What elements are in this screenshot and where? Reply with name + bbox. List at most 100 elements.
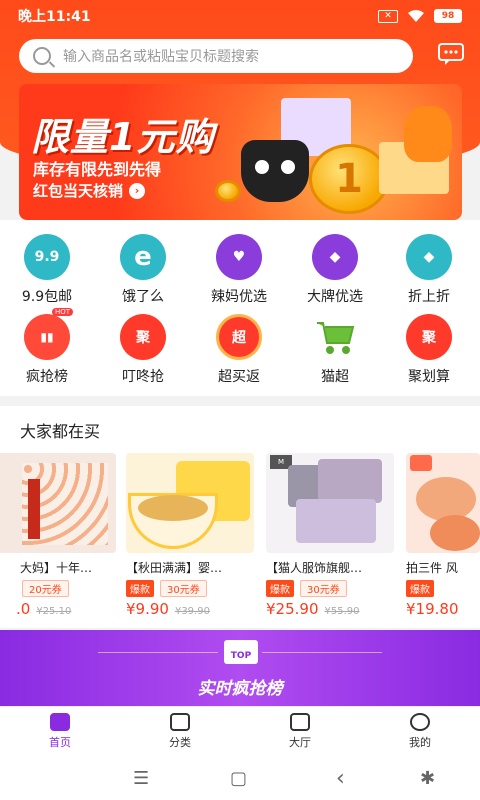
- product-name: 【秋田满满】婴…: [126, 561, 223, 575]
- grid-label: 聚划算: [408, 369, 450, 385]
- grid-item-maochao[interactable]: 猫超: [295, 314, 375, 386]
- promo-banner[interactable]: 限量1元购 库存有限先到先得 红包当天核销 › 1: [19, 84, 462, 220]
- pacifier-icon: ♥: [216, 234, 262, 280]
- ju-icon: 聚: [120, 314, 166, 360]
- product-card[interactable]: M 【猫人服饰旗舰… 爆款 30元券 ¥25.90 ¥55.90: [266, 453, 394, 618]
- tab-label: 分类: [169, 736, 191, 749]
- grid-label: 超买返: [218, 369, 260, 385]
- product-card[interactable]: 【秋田满满】婴… 爆款 30元券 ¥9.90 ¥39.90: [126, 453, 254, 618]
- grid-label: 辣妈优选: [211, 289, 267, 305]
- banner-title: 限量1元购: [31, 115, 215, 159]
- grid-item-ranking[interactable]: ▮▮ HOT 疯抢榜: [7, 308, 87, 386]
- search-icon: [33, 47, 51, 65]
- product-old-price: ¥55.90: [324, 606, 360, 617]
- eleme-icon: e: [120, 234, 166, 280]
- menu-icon[interactable]: ☰: [133, 768, 149, 789]
- tab-hall[interactable]: 大厅: [240, 707, 360, 756]
- ranking-title: 实时疯抢榜: [197, 679, 283, 699]
- small-coin-image: [215, 180, 241, 202]
- status-time: 晚上11:41: [18, 9, 91, 25]
- nine-nine-icon: 9.9: [24, 234, 70, 280]
- grid-label: 猫超: [321, 369, 349, 385]
- juhuasuan-icon: 聚: [406, 314, 452, 360]
- top-badge: TOP: [224, 640, 258, 664]
- grid-label: 9.9包邮: [21, 289, 73, 305]
- message-icon[interactable]: [437, 42, 465, 66]
- tab-category[interactable]: 分类: [120, 707, 240, 756]
- hot-tag: 爆款: [266, 579, 294, 597]
- hot-badge: HOT: [51, 308, 73, 316]
- category-grid: 9.9 9.9包邮 e 饿了么 ♥ 辣妈优选 ◆ 大牌优选 ◆ 折上折 ▮▮ H…: [0, 220, 480, 396]
- cart-svg: [317, 322, 355, 354]
- product-card[interactable]: 大妈】十年… 20元券 .0 ¥25.10: [0, 453, 116, 618]
- grid-item-brand[interactable]: ◆ 大牌优选: [295, 234, 375, 306]
- coupon-tag: 30元券: [300, 579, 347, 597]
- chao-icon: 超: [216, 314, 262, 360]
- back-icon[interactable]: ‹: [336, 766, 345, 791]
- search-input[interactable]: 输入商品名或粘贴宝贝标题搜索: [63, 46, 259, 66]
- grid-item-lama[interactable]: ♥ 辣妈优选: [199, 234, 279, 306]
- product-image: M: [266, 453, 394, 553]
- home-button-icon[interactable]: ▢: [230, 768, 247, 789]
- banner-line2-text: 红包当天核销: [33, 182, 124, 200]
- bottom-tab-bar: 首页 分类 大厅 我的: [0, 706, 480, 756]
- tag-icon: ◆: [312, 234, 358, 280]
- product-name: 大妈】十年…: [20, 561, 93, 575]
- wifi-icon: [408, 10, 424, 22]
- divider: [262, 652, 382, 653]
- divider: [98, 652, 218, 653]
- grid-item-chaomaifan[interactable]: 超 超买返: [199, 314, 279, 386]
- status-bar: 晚上11:41 ✕ 98: [0, 0, 480, 32]
- grid-item-dingdong[interactable]: 聚 叮咚抢: [103, 314, 183, 386]
- chart-hot-icon: ▮▮: [24, 314, 70, 360]
- grid-label: 大牌优选: [307, 289, 363, 305]
- hot-tag: 爆款: [406, 579, 434, 597]
- product-image: [406, 453, 480, 553]
- arrow-right-icon: ›: [129, 182, 146, 199]
- tab-label: 大厅: [289, 736, 311, 749]
- product-price: ¥19.80: [406, 600, 459, 618]
- product-name: 【猫人服饰旗舰…: [266, 561, 363, 575]
- ranking-section[interactable]: TOP 实时疯抢榜: [0, 630, 480, 706]
- everyone-buying-section: 大家都在买 大妈】十年… 20元券 .0 ¥25.10 【秋田满满】婴… 爆款 …: [0, 406, 480, 628]
- cart-icon: [312, 314, 358, 360]
- product-old-price: ¥25.10: [36, 606, 72, 617]
- tab-mine[interactable]: 我的: [360, 707, 480, 756]
- coupon-tag: 30元券: [160, 579, 207, 597]
- tab-label: 我的: [409, 736, 431, 749]
- banner-line2: 红包当天核销 ›: [33, 180, 146, 201]
- section-title: 大家都在买: [20, 422, 101, 441]
- accessibility-icon[interactable]: ✱: [420, 768, 435, 789]
- grid-item-eleme[interactable]: e 饿了么: [103, 234, 183, 306]
- product-image: [0, 453, 116, 553]
- product-price: .0: [16, 600, 31, 618]
- grid-label: 折上折: [408, 289, 450, 305]
- tmall-cat-image: [241, 140, 309, 202]
- tab-home[interactable]: 首页: [0, 707, 120, 756]
- profile-icon: [410, 713, 430, 731]
- grid-label: 饿了么: [122, 289, 164, 305]
- product-price: ¥25.90: [266, 600, 319, 618]
- search-bar[interactable]: 输入商品名或粘贴宝贝标题搜索: [19, 39, 413, 73]
- grid-item-discount[interactable]: ◆ 折上折: [389, 234, 469, 306]
- product-card[interactable]: 拍三件 风 爆款 ¥19.80: [406, 453, 480, 618]
- product-name: 拍三件 风: [406, 561, 458, 575]
- banner-line1: 库存有限先到先得: [33, 160, 162, 179]
- discount-tag-icon: ◆: [406, 234, 452, 280]
- hall-icon: [290, 713, 310, 731]
- home-icon: [50, 713, 70, 731]
- system-nav-bar: ☰ ▢ ‹ ✱: [0, 756, 480, 800]
- category-icon: [170, 713, 190, 731]
- hot-tag: 爆款: [126, 579, 154, 597]
- sim-icon: ✕: [378, 9, 398, 23]
- product-price: ¥9.90: [126, 600, 169, 618]
- grid-label: 叮咚抢: [122, 369, 164, 385]
- battery-icon: 98: [434, 9, 462, 23]
- product-image: [126, 453, 254, 553]
- grid-label: 疯抢榜: [26, 369, 68, 385]
- coin-image: 1: [309, 144, 389, 214]
- grid-item-9-9[interactable]: 9.9 9.9包邮: [7, 234, 87, 306]
- grid-item-juhuasuan[interactable]: 聚 聚划算: [389, 314, 469, 386]
- tab-label: 首页: [49, 736, 71, 749]
- product-old-price: ¥39.90: [174, 606, 210, 617]
